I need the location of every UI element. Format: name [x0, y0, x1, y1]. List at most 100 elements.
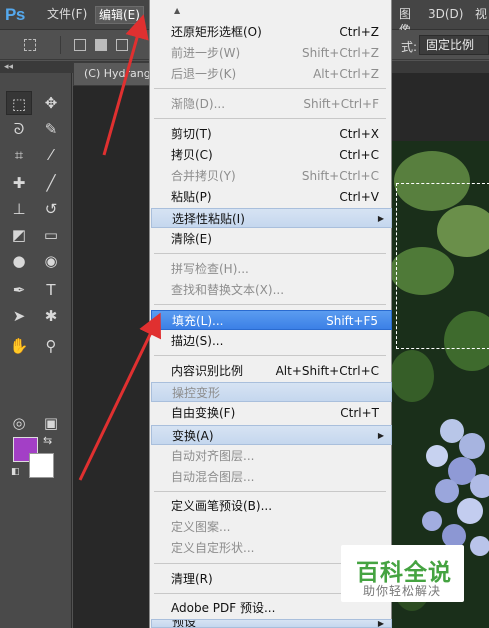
menu-item-label: 粘贴(P)	[171, 190, 212, 204]
menu-item-shortcut: Ctrl+Z	[339, 25, 379, 39]
eyedropper-icon[interactable]: ⁄	[38, 143, 64, 167]
type-icon[interactable]: T	[38, 278, 64, 302]
clone-stamp-icon[interactable]: ⊥	[6, 197, 32, 221]
photoshop-logo: Ps	[5, 5, 25, 24]
collapse-icon[interactable]: ◂◂	[4, 61, 13, 73]
menu-divider	[154, 355, 386, 356]
menu-item-label: Adobe PDF 预设...	[171, 601, 276, 615]
menu-item-label: 清除(E)	[171, 232, 212, 246]
new-selection-icon[interactable]	[74, 39, 86, 51]
menu-file[interactable]: 文件(F)	[44, 6, 90, 22]
quick-select-icon[interactable]: ✎	[38, 117, 64, 141]
style-select[interactable]: 固定比例	[419, 35, 489, 55]
menu-edit[interactable]: 编辑(E)	[95, 6, 144, 24]
menu-3d[interactable]: 3D(D)	[425, 6, 466, 22]
menu-item-label: 自动混合图层...	[171, 470, 255, 484]
menu-divider	[154, 88, 386, 89]
watermark-subtitle: 助你轻松解决	[363, 584, 442, 598]
menu-item-label: 描边(S)...	[171, 334, 224, 348]
menu-item-auto-blend-layers[interactable]: 自动混合图层...	[151, 467, 392, 487]
selection-marquee	[396, 183, 489, 349]
menu-item-find-replace[interactable]: 查找和替换文本(X)...	[151, 280, 392, 300]
menu-item-fade[interactable]: 渐隐(D)... Shift+Ctrl+F	[151, 94, 392, 114]
menu-item-label: 填充(L)...	[172, 314, 224, 328]
menu-item-label: 自由变换(F)	[171, 406, 236, 420]
scroll-up-arrow-icon[interactable]: ▲	[174, 6, 180, 15]
menu-item-shortcut: Ctrl+X	[339, 127, 379, 141]
menu-divider	[154, 491, 386, 492]
healing-brush-icon[interactable]: ✚	[6, 171, 32, 195]
menu-item-copy-merged[interactable]: 合并拷贝(Y) Shift+Ctrl+C	[151, 166, 392, 186]
gradient-icon[interactable]: ▭	[38, 223, 64, 247]
swap-colors-icon[interactable]: ⇆	[43, 434, 52, 447]
menu-view[interactable]: 视	[472, 6, 489, 22]
rect-marquee-icon[interactable]: ⬚	[6, 91, 32, 115]
menu-item-copy[interactable]: 拷贝(C) Ctrl+C	[151, 145, 392, 165]
menu-item-step-forward[interactable]: 前进一步(W) Shift+Ctrl+Z	[151, 43, 392, 63]
menu-item-clear[interactable]: 清除(E)	[151, 229, 392, 249]
marquee-preset-icon[interactable]	[24, 39, 36, 51]
menu-item-label: 预设	[172, 619, 197, 628]
menu-item-fill[interactable]: 填充(L)... Shift+F5	[151, 310, 392, 330]
menu-item-label: 还原矩形选框(O)	[171, 25, 262, 39]
menu-item-label: 渐隐(D)...	[171, 97, 226, 111]
default-colors-icon[interactable]: ◧	[11, 467, 20, 477]
menu-item-stroke[interactable]: 描边(S)...	[151, 331, 392, 351]
menu-item-shortcut: Shift+F5	[326, 314, 378, 328]
zoom-icon[interactable]: ⚲	[38, 334, 64, 358]
submenu-arrow-icon: ▶	[377, 619, 384, 628]
menu-item-shortcut: Shift+Ctrl+F	[303, 97, 379, 111]
menu-item-puppet-warp[interactable]: 操控变形	[151, 382, 392, 402]
menu-item-undo[interactable]: 还原矩形选框(O) Ctrl+Z	[151, 22, 392, 42]
dodge-icon[interactable]: ◉	[38, 249, 64, 273]
menu-item-shortcut: Alt+Ctrl+Z	[313, 67, 379, 81]
menu-item-shortcut: Ctrl+C	[339, 148, 379, 162]
menu-item-define-pattern[interactable]: 定义图案...	[151, 517, 392, 537]
menu-item-label: 前进一步(W)	[171, 46, 241, 60]
tools-panel: ⬚ ✥ ᘐ ✎ ⌗ ⁄ ✚ ╱ ⊥ ↺ ◩ ▭ ● ◉ ✒ T ➤ ✱ ✋ ⚲ …	[0, 73, 72, 628]
blur-icon[interactable]: ●	[6, 249, 32, 273]
crop-icon[interactable]: ⌗	[6, 143, 32, 167]
pen-icon[interactable]: ✒	[6, 278, 32, 302]
menu-item-define-brush-preset[interactable]: 定义画笔预设(B)...	[151, 496, 392, 516]
screen-mode-icon[interactable]: ▣	[38, 411, 64, 435]
menu-item-transform[interactable]: 变换(A) ▶	[151, 425, 392, 445]
watermark: 百科全说 助你轻松解决	[341, 545, 464, 602]
menu-item-label: 拷贝(C)	[171, 148, 213, 162]
divider	[60, 36, 61, 54]
menu-item-spell-check[interactable]: 拼写检查(H)...	[151, 259, 392, 279]
menu-divider	[154, 118, 386, 119]
background-color-swatch[interactable]	[29, 453, 54, 478]
menu-item-paste-special[interactable]: 选择性粘贴(I) ▶	[151, 208, 392, 228]
history-brush-icon[interactable]: ↺	[38, 197, 64, 221]
menu-item-label: 变换(A)	[172, 429, 214, 443]
menu-item-cut[interactable]: 剪切(T) Ctrl+X	[151, 124, 392, 144]
menu-item-presets[interactable]: 预设 ▶	[151, 619, 392, 628]
menu-item-content-aware-scale[interactable]: 内容识别比例 Alt+Shift+Ctrl+C	[151, 361, 392, 381]
lasso-icon[interactable]: ᘐ	[6, 117, 32, 141]
menu-item-label: 合并拷贝(Y)	[171, 169, 236, 183]
custom-shape-icon[interactable]: ✱	[38, 304, 64, 328]
document-tab[interactable]: (C) Hydrangea	[73, 62, 152, 86]
submenu-arrow-icon: ▶	[377, 431, 384, 440]
menu-item-paste[interactable]: 粘贴(P) Ctrl+V	[151, 187, 392, 207]
menu-item-label: 自动对齐图层...	[171, 449, 255, 463]
eraser-icon[interactable]: ◩	[6, 223, 32, 247]
subtract-selection-icon[interactable]	[116, 39, 128, 51]
path-select-icon[interactable]: ➤	[6, 304, 32, 328]
menu-item-label: 查找和替换文本(X)...	[171, 283, 285, 297]
quick-mask-icon[interactable]: ◎	[6, 411, 32, 435]
add-to-selection-icon[interactable]	[95, 39, 107, 51]
menu-item-label: 后退一步(K)	[171, 67, 237, 81]
menu-item-auto-align-layers[interactable]: 自动对齐图层...	[151, 446, 392, 466]
hand-icon[interactable]: ✋	[6, 334, 32, 358]
menu-item-label: 选择性粘贴(I)	[172, 212, 245, 226]
menu-item-free-transform[interactable]: 自由变换(F) Ctrl+T	[151, 403, 392, 423]
move-icon[interactable]: ✥	[38, 91, 64, 115]
menu-item-shortcut: Ctrl+V	[339, 190, 379, 204]
menu-item-step-backward[interactable]: 后退一步(K) Alt+Ctrl+Z	[151, 64, 392, 84]
menu-item-label: 拼写检查(H)...	[171, 262, 249, 276]
menu-item-shortcut: Alt+Shift+Ctrl+C	[275, 364, 379, 378]
menu-item-label: 定义画笔预设(B)...	[171, 499, 273, 513]
brush-icon[interactable]: ╱	[38, 171, 64, 195]
